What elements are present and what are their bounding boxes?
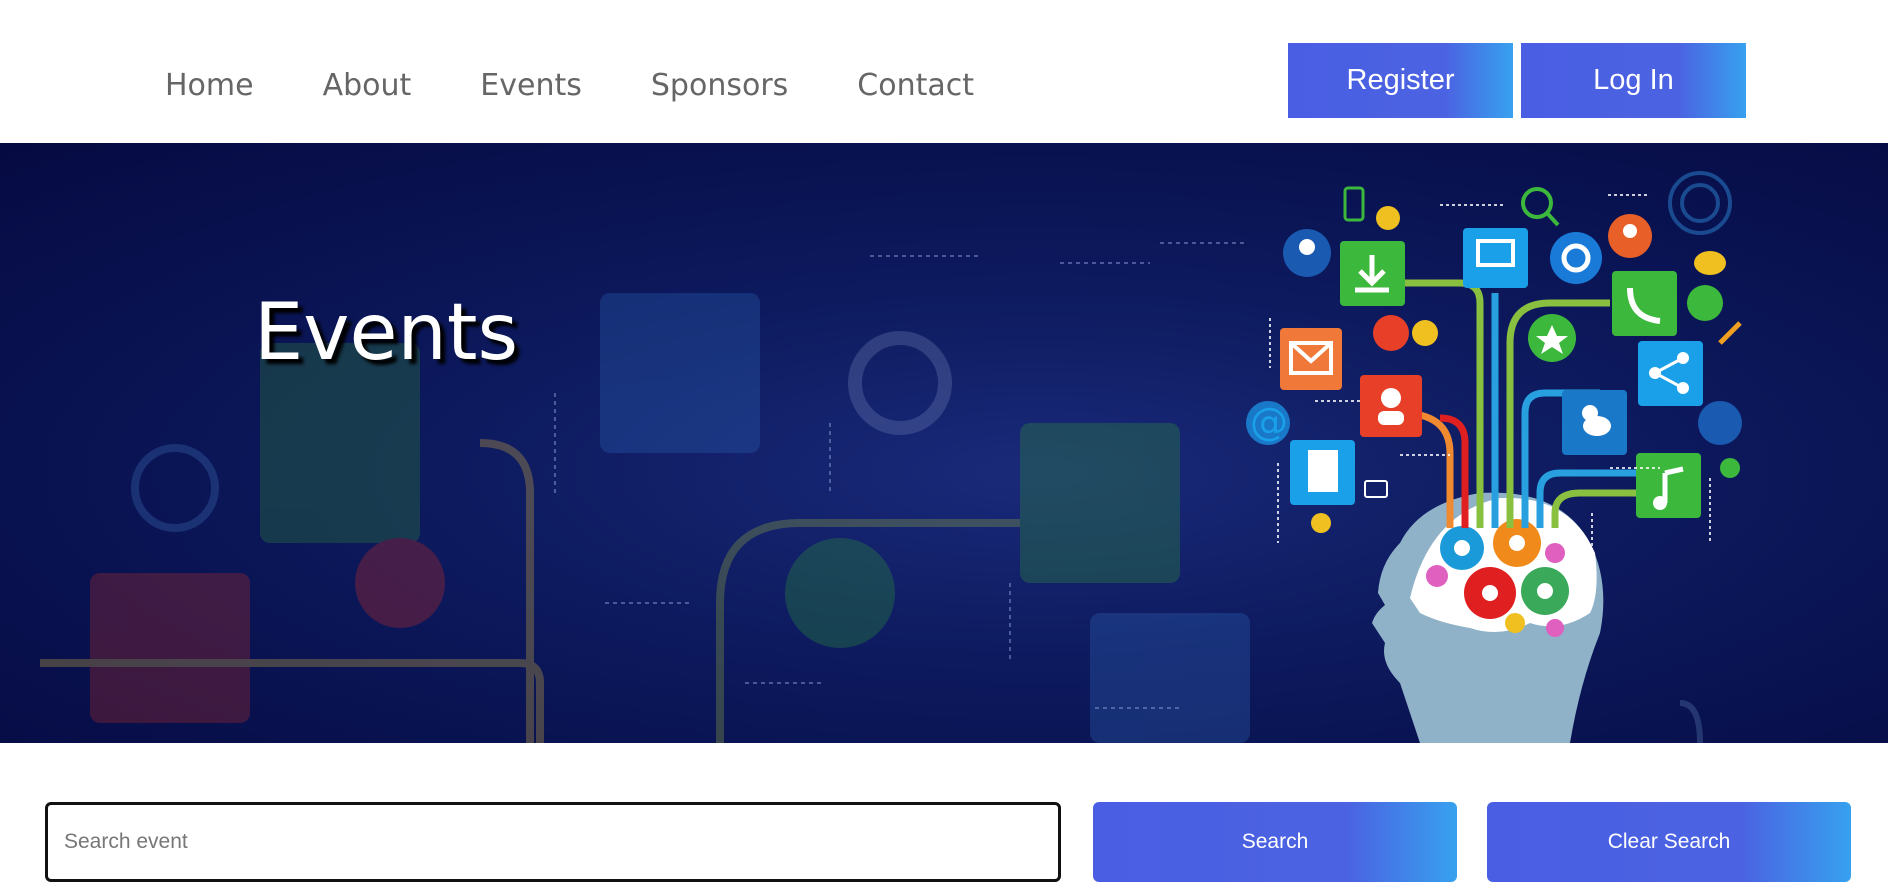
page-title: Events: [254, 288, 519, 378]
search-button[interactable]: Search: [1093, 802, 1457, 882]
nav-link-home[interactable]: Home: [165, 66, 254, 106]
register-button[interactable]: Register: [1288, 43, 1513, 118]
search-button-label: Search: [1241, 829, 1309, 853]
nav-link-events[interactable]: Events: [480, 66, 582, 106]
clear-search-button[interactable]: Clear Search: [1487, 802, 1851, 882]
hero-banner: @ Events: [0, 143, 1888, 743]
svg-text:@: @: [1250, 400, 1288, 444]
main-nav: Home About Events Sponsors Contact: [165, 66, 1043, 106]
search-input[interactable]: [45, 802, 1061, 882]
clear-search-button-label: Clear Search: [1607, 829, 1731, 853]
nav-link-sponsors[interactable]: Sponsors: [651, 66, 788, 106]
nav-link-contact[interactable]: Contact: [857, 66, 974, 106]
top-navbar: Home About Events Sponsors Contact Regis…: [0, 0, 1888, 143]
hero-illustration: @: [40, 171, 1742, 743]
search-bar-section: Search Clear Search: [0, 743, 1888, 882]
login-button[interactable]: Log In: [1521, 43, 1746, 118]
nav-link-about[interactable]: About: [323, 66, 412, 106]
